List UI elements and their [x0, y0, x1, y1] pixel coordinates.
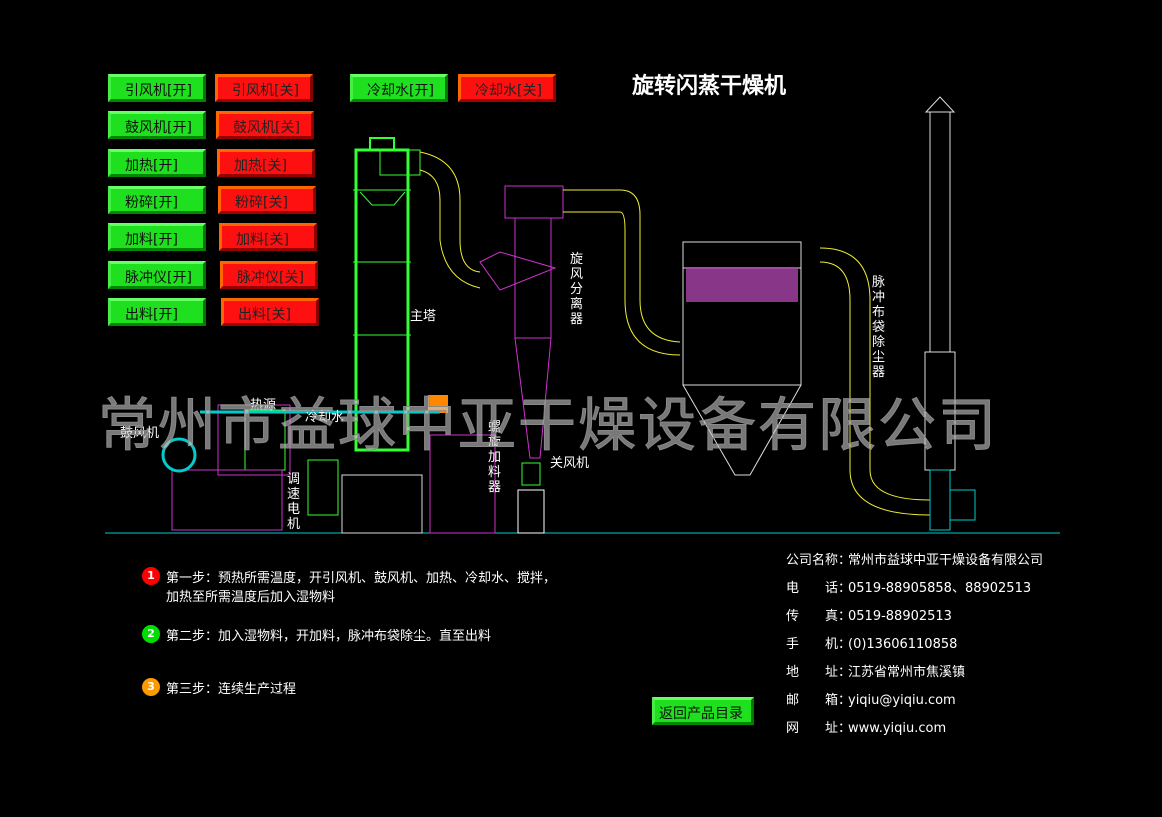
control-on-button[interactable]: 鼓风机[开] — [108, 111, 206, 140]
contact-value: 常州市益球中亚干燥设备有限公司 — [848, 553, 1044, 568]
contact-value: 0519-88902513 — [848, 609, 952, 624]
contact-row: 地 址：江苏省常州市焦溪镇 — [786, 661, 965, 680]
cyclone-label: 旋风分离器 — [570, 252, 584, 327]
contact-key: 电 话： — [786, 581, 852, 596]
contact-key: 网 址： — [786, 721, 852, 736]
control-off-button[interactable]: 加料[关] — [219, 223, 317, 252]
control-off-button[interactable]: 鼓风机[关] — [216, 111, 314, 140]
page-title: 旋转闪蒸干燥机 — [632, 74, 787, 99]
step-text: 第一步：预热所需温度，开引风机、鼓风机、加热、冷却水、搅拌， — [166, 571, 557, 586]
control-off-button[interactable]: 引风机[关] — [215, 74, 313, 102]
back-to-catalog-button[interactable]: 返回产品目录 — [652, 697, 754, 725]
watermark: 常州市益球中亚干燥设备有限公司 — [97, 391, 999, 460]
step-text-2: 加热至所需温度后加入湿物料 — [166, 590, 336, 605]
control-on-button[interactable]: 粉碎[开] — [108, 185, 206, 214]
contact-value: 江苏省常州市焦溪镇 — [848, 665, 966, 680]
control-off-button[interactable]: 脉冲仪[关] — [220, 260, 318, 289]
step-2: 2 第二步：加入湿物料，开加料，脉冲布袋除尘。直至出料 — [142, 625, 491, 644]
contact-key: 手 机： — [786, 637, 852, 652]
control-off-button[interactable]: 加热[关] — [217, 148, 315, 177]
motor-label: 调速电机 — [287, 472, 301, 532]
contact-row: 手 机：(0)13606110858 — [786, 633, 957, 652]
contact-value: www.yiqiu.com — [848, 721, 947, 736]
step-number-badge: 2 — [142, 625, 160, 643]
bag-filter-label: 脉冲布袋除尘器 — [872, 275, 886, 380]
tower-label: 主塔 — [410, 309, 437, 324]
step-1: 1 第一步：预热所需温度，开引风机、鼓风机、加热、冷却水、搅拌， 加热至所需温度后… — [142, 567, 566, 605]
control-on-button[interactable]: 脉冲仪[开] — [108, 260, 206, 289]
contact-value: yiqiu@yiqiu.com — [848, 693, 956, 708]
step-text: 第二步：加入湿物料，开加料，脉冲布袋除尘。直至出料 — [166, 629, 492, 644]
contact-value: (0)13606110858 — [848, 637, 958, 652]
contact-row: 电 话：0519-88905858、88902513 — [786, 577, 1031, 596]
contact-row: 传 真：0519-88902513 — [786, 605, 952, 624]
contact-row: 网 址：www.yiqiu.com — [786, 717, 946, 736]
contact-row: 公司名称：常州市益球中亚干燥设备有限公司 — [786, 549, 1043, 568]
contact-key: 地 址： — [786, 665, 852, 680]
cooling-water-on-button[interactable]: 冷却水[开] — [350, 74, 448, 102]
control-off-button[interactable]: 粉碎[关] — [218, 185, 316, 214]
control-off-button[interactable]: 出料[关] — [221, 297, 319, 326]
control-on-button[interactable]: 加料[开] — [108, 223, 206, 252]
step-text: 第三步：连续生产过程 — [166, 682, 297, 697]
control-on-button[interactable]: 出料[开] — [108, 297, 206, 326]
contact-value: 0519-88905858、88902513 — [848, 581, 1032, 596]
step-number-badge: 3 — [142, 678, 160, 696]
control-on-button[interactable]: 引风机[开] — [108, 74, 206, 102]
cooling-water-off-button[interactable]: 冷却水[关] — [458, 74, 556, 102]
step-number-badge: 1 — [142, 567, 160, 585]
contact-key: 传 真： — [786, 609, 852, 624]
page: 旋转闪蒸干燥机 引风机[开] 引风机[关] 鼓风机[开] 鼓风机[关] 加热[开] … — [0, 0, 1162, 817]
contact-key: 邮 箱： — [786, 693, 852, 708]
control-on-button[interactable]: 加热[开] — [108, 148, 206, 177]
contact-row: 邮 箱：yiqiu@yiqiu.com — [786, 689, 956, 708]
step-3: 3 第三步：连续生产过程 — [142, 678, 296, 697]
contact-key: 公司名称： — [786, 553, 852, 568]
